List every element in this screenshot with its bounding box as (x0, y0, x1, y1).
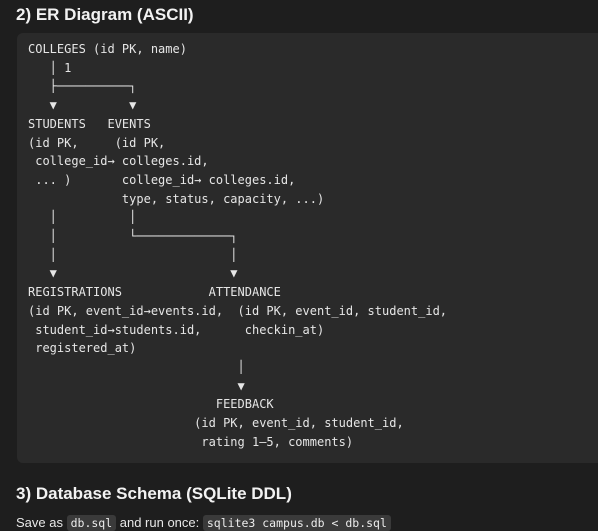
database-schema-heading: 3) Database Schema (SQLite DDL) (16, 484, 292, 503)
ascii-line: │ 1 (28, 60, 72, 75)
ascii-line: ... ) college_id→ colleges.id, (28, 172, 296, 187)
instruction-prefix: Save as (16, 515, 67, 530)
ascii-line: (id PK, event_id, student_id, (28, 416, 404, 431)
ascii-line: │ (28, 359, 245, 374)
run-command-code: sqlite3 campus.db < db.sql (202, 515, 391, 531)
ascii-line: (id PK, event_id→events.id, (id PK, even… (28, 303, 448, 318)
ascii-line: ▼ ▼ (28, 266, 238, 281)
ascii-line: type, status, capacity, ...) (28, 191, 325, 206)
save-instruction: Save as db.sql and run once: sqlite3 cam… (16, 514, 391, 531)
ascii-line: │ └─────────────┐ (28, 229, 238, 244)
ascii-line: ├──────────┐ (28, 79, 137, 94)
ascii-line: FEEDBACK (28, 397, 274, 412)
ascii-line: ▼ (28, 378, 245, 393)
er-diagram-ascii: COLLEGES (id PK, name) │ 1 ├──────────┐ … (28, 40, 447, 451)
ascii-line: │ │ (28, 210, 137, 225)
ascii-line: student_id→students.id, checkin_at) (28, 322, 325, 337)
ascii-line: │ │ (28, 247, 238, 262)
ascii-line: registered_at) (28, 341, 137, 356)
ascii-line: STUDENTS EVENTS (28, 116, 151, 131)
ascii-line: REGISTRATIONS ATTENDANCE (28, 285, 281, 300)
er-diagram-heading: 2) ER Diagram (ASCII) (16, 5, 194, 24)
filename-code: db.sql (66, 515, 117, 531)
ascii-line: (id PK, (id PK, (28, 135, 166, 150)
ascii-line: college_id→ colleges.id, (28, 154, 209, 169)
instruction-middle: and run once: (116, 515, 203, 530)
ascii-line: ▼ ▼ (28, 98, 137, 113)
ascii-line: rating 1–5, comments) (28, 434, 354, 449)
ascii-code-block: COLLEGES (id PK, name) │ 1 ├──────────┐ … (17, 33, 598, 463)
ascii-line: COLLEGES (id PK, name) (28, 42, 187, 56)
